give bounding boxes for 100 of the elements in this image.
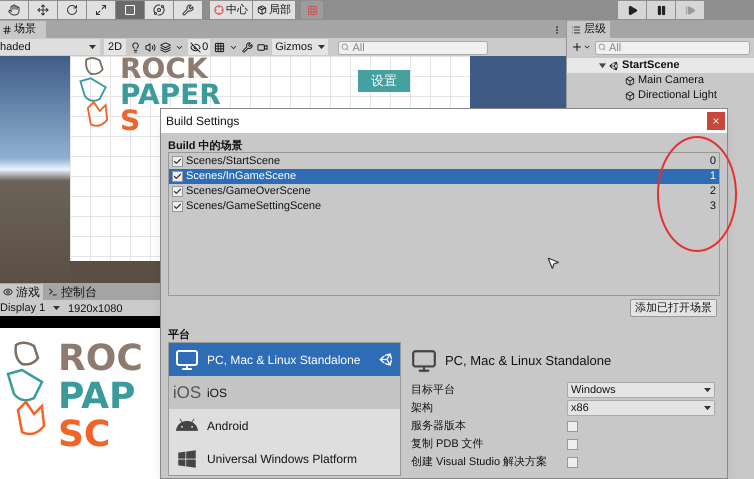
display-dropdown[interactable]: Display 1: [0, 300, 62, 316]
scene-tab[interactable]: 场景: [0, 21, 46, 38]
step-icon: [684, 4, 696, 16]
pivot-button[interactable]: 中心: [210, 1, 252, 19]
panel-tab[interactable]: 游戏: [0, 284, 43, 300]
scene-index: 1: [710, 169, 716, 184]
mouse-cursor-icon: [546, 256, 560, 270]
platform-heading: 平台: [168, 328, 191, 341]
unity-icon: [609, 60, 619, 70]
scene-index: 3: [710, 199, 716, 214]
hidden-objects-button[interactable]: 0: [188, 39, 210, 55]
lightbulb-icon[interactable]: [130, 42, 142, 52]
hash-icon: [2, 24, 12, 34]
scene-index: 0: [710, 154, 716, 170]
checkbox[interactable]: [567, 456, 578, 468]
grid-icon[interactable]: [214, 42, 226, 52]
caret-icon: [53, 306, 60, 310]
move-icon: [37, 4, 49, 16]
scene-path: Scenes/InGameScene: [186, 169, 296, 184]
eye-icon: [3, 287, 13, 297]
cube-icon: [625, 76, 635, 86]
tool-button[interactable]: [87, 1, 115, 19]
transform-icon: [153, 4, 165, 16]
eye-off-icon: [190, 42, 202, 52]
speaker-icon[interactable]: [145, 42, 156, 52]
list-icon: [571, 24, 581, 34]
playback-button[interactable]: [618, 1, 646, 19]
add-button[interactable]: [571, 41, 591, 53]
scene-row[interactable]: StartScene: [567, 58, 754, 73]
scene-list-row[interactable]: Scenes/InGameScene 1: [169, 169, 719, 184]
hierarchy-tab[interactable]: 层级: [567, 21, 610, 38]
mode-2d-button[interactable]: 2D: [104, 39, 126, 55]
platform-item[interactable]: PC, Mac & Linux Standalone: [169, 343, 400, 376]
logo-text: PAP: [58, 378, 136, 416]
checkbox[interactable]: [172, 171, 183, 182]
logo-text: SC: [58, 416, 110, 454]
hand-icon: [8, 4, 20, 16]
scale-icon: [95, 4, 107, 16]
logo-text: ROCK: [120, 56, 208, 82]
scene-path: Scenes/GameSettingScene: [186, 199, 322, 214]
platform-icon-text: iOS: [172, 382, 202, 404]
setting-dropdown[interactable]: x86: [567, 400, 715, 416]
hierarchy-item[interactable]: Main Camera: [567, 73, 754, 88]
tool-button[interactable]: [174, 1, 202, 19]
checkbox[interactable]: [567, 420, 578, 432]
wrench-icon[interactable]: [242, 42, 254, 52]
shading-dropdown[interactable]: haded: [0, 39, 100, 55]
tool-button[interactable]: [29, 1, 57, 19]
scene-search-field[interactable]: All: [338, 41, 488, 55]
target-icon: [214, 5, 224, 15]
platform-title: PC, Mac & Linux Standalone: [445, 352, 612, 370]
resolution-dropdown[interactable]: 1920x1080: [68, 300, 122, 316]
caret-icon: [704, 388, 711, 392]
setting-label: 创建 Visual Studio 解决方案: [411, 454, 548, 470]
checkbox[interactable]: [172, 186, 183, 197]
camera-icon[interactable]: [257, 42, 268, 52]
checkbox[interactable]: [172, 156, 183, 167]
layers-icon[interactable]: [160, 42, 172, 52]
setting-dropdown[interactable]: Windows: [567, 382, 715, 398]
platform-name: PC, Mac & Linux Standalone: [207, 352, 360, 368]
space-button[interactable]: 局部: [253, 1, 295, 19]
checkbox[interactable]: [567, 438, 578, 450]
tool-button[interactable]: [116, 1, 144, 19]
platform-name: iOS: [207, 384, 228, 402]
checkbox[interactable]: [172, 201, 183, 212]
tool-button[interactable]: [58, 1, 86, 19]
scene-index: 2: [710, 184, 716, 200]
gizmos-dropdown[interactable]: Gizmos: [272, 39, 328, 55]
windows-icon: [177, 448, 197, 468]
platform-name: Universal Windows Platform: [207, 450, 358, 468]
playback-button[interactable]: [647, 1, 675, 19]
setting-label: 服务器版本: [411, 418, 467, 434]
expand-arrow-icon[interactable]: [599, 62, 606, 69]
caret-icon: [89, 44, 96, 50]
platform-item[interactable]: iOS iOS: [169, 376, 400, 409]
scene-list-row[interactable]: Scenes/GameSettingScene 3: [169, 199, 719, 214]
tool-button[interactable]: [145, 1, 173, 19]
setting-label: 目标平台: [411, 382, 456, 398]
hierarchy-item[interactable]: Directional Light: [567, 88, 754, 103]
hierarchy-search-field[interactable]: All: [595, 41, 750, 55]
scene-path: Scenes/StartScene: [186, 154, 280, 170]
scene-path: Scenes/GameOverScene: [186, 184, 311, 200]
scene-list-row[interactable]: Scenes/StartScene 0: [169, 154, 719, 169]
plus-icon: [571, 41, 583, 53]
caret-icon: [583, 43, 591, 51]
monitor-icon: [175, 348, 199, 372]
dialog-title: Build Settings: [166, 113, 240, 130]
add-open-scenes-button[interactable]: 添加已打开场景: [630, 299, 717, 317]
scene-list-row[interactable]: Scenes/GameOverScene 2: [169, 184, 719, 199]
setting-label: 架构: [411, 400, 434, 416]
caret-icon: [318, 44, 326, 50]
tool-button[interactable]: [0, 1, 28, 19]
rotate-icon: [66, 4, 78, 16]
logo-text: PAPER: [120, 82, 221, 108]
caret-icon: [704, 406, 711, 410]
wrench-icon: [182, 4, 194, 16]
close-button[interactable]: ×: [707, 112, 725, 130]
cube-icon: [625, 90, 635, 100]
console-icon: [48, 287, 58, 297]
cube-icon: [257, 5, 267, 15]
